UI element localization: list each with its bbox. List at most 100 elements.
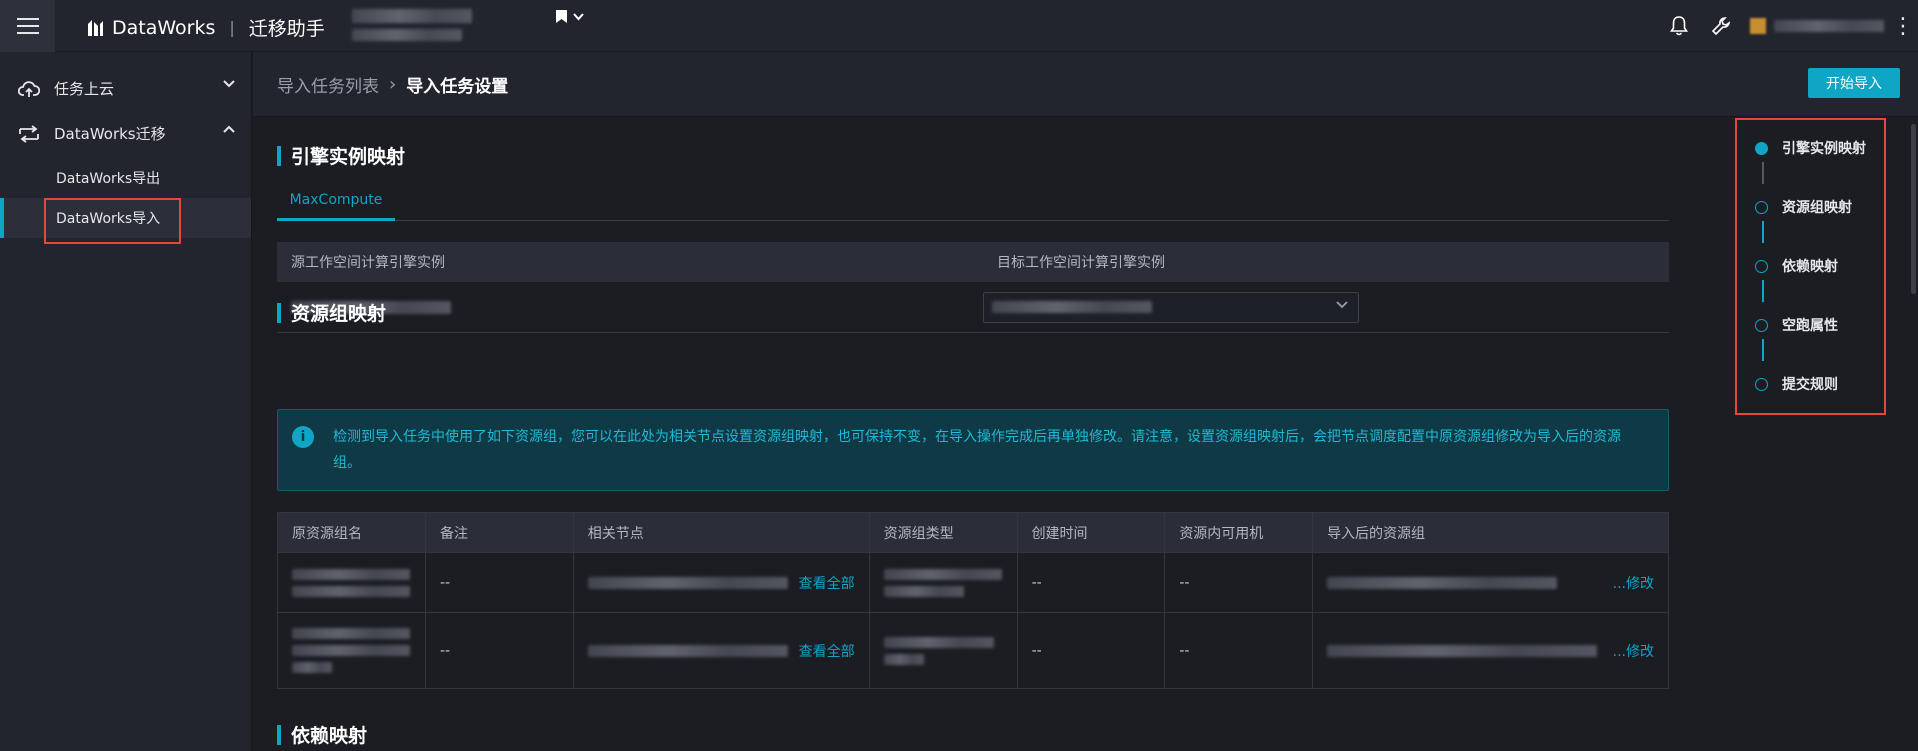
anchor-dot-icon	[1755, 377, 1768, 391]
table-row: -- 查看全部 -- -- ...修改	[277, 612, 1669, 689]
column-header: 目标工作空间计算引擎实例	[997, 255, 1165, 271]
chevron-up-icon	[223, 125, 235, 133]
info-icon: i	[292, 426, 314, 448]
modify-link[interactable]: ...修改	[1613, 641, 1654, 661]
target-group-redacted	[1327, 576, 1558, 589]
engine-tabs: MaxCompute	[277, 185, 1669, 221]
column-header: 资源内可用机	[1164, 512, 1314, 553]
anchor-dry-run[interactable]: 空跑属性	[1755, 315, 1838, 335]
column-header: 资源组类型	[869, 512, 1018, 553]
anchor-dot-active-icon	[1755, 141, 1768, 155]
more-icon[interactable]: ⋮	[1892, 14, 1914, 39]
sidebar-group-label: DataWorks迁移	[54, 125, 166, 143]
redacted-text	[883, 568, 1002, 580]
cloud-upload-icon	[18, 78, 40, 100]
anchor-label: 提交规则	[1782, 377, 1838, 393]
related-nodes-cell: 查看全部	[573, 552, 870, 613]
section-title-resource: 资源组映射	[277, 299, 386, 326]
module-name: 迁移助手	[248, 18, 325, 40]
related-nodes-cell: 查看全部	[573, 612, 870, 689]
notice-text: 检测到导入任务中使用了如下资源组，您可以在此处为相关节点设置资源组映射，也可保持…	[333, 429, 1621, 471]
redacted-text	[292, 628, 410, 639]
bookmark-dropdown[interactable]	[556, 10, 584, 23]
view-all-link[interactable]: 查看全部	[799, 573, 855, 593]
section-title-engine: 引擎实例映射	[277, 142, 405, 169]
workspace-name-redacted[interactable]	[352, 9, 472, 23]
tab-maxcompute[interactable]: MaxCompute	[277, 185, 395, 221]
section-title-dependency: 依赖映射	[277, 721, 367, 748]
page-title: 导入任务设置	[406, 77, 509, 97]
sidebar-group-label: 任务上云	[54, 80, 115, 98]
anchor-connector	[1762, 339, 1764, 361]
column-header: 原资源组名	[277, 512, 426, 553]
anchor-connector	[1762, 280, 1764, 302]
table-row: -- 查看全部 -- -- ...修改	[277, 552, 1669, 613]
brand-separator: |	[229, 18, 235, 37]
breadcrumb-parent[interactable]: 导入任务列表	[277, 72, 379, 97]
chevron-down-icon	[1336, 300, 1348, 308]
section-anchor-nav: 引擎实例映射 资源组映射 依赖映射 空跑属性 提交规则	[1735, 118, 1886, 415]
anchor-connector	[1762, 162, 1764, 184]
modify-link[interactable]: ...修改	[1613, 573, 1654, 593]
target-instance-select[interactable]	[983, 291, 1359, 323]
table-row	[277, 282, 1669, 333]
chevron-down-icon	[223, 80, 235, 88]
anchor-resource[interactable]: 资源组映射	[1755, 197, 1852, 217]
redacted-text	[292, 662, 332, 673]
column-header: 相关节点	[573, 512, 870, 553]
anchor-submit-rules[interactable]: 提交规则	[1755, 374, 1838, 394]
column-header: 备注	[425, 512, 574, 553]
main-content: 引擎实例映射 MaxCompute 源工作空间计算引擎实例 目标工作空间计算引擎…	[253, 118, 1918, 751]
wrench-icon	[1711, 17, 1731, 36]
sidebar: 任务上云 DataWorks迁移 DataWorks导出 DataWorks导入	[0, 52, 252, 751]
vertical-scrollbar[interactable]	[1911, 124, 1916, 294]
notification-button[interactable]	[1658, 0, 1700, 52]
resource-type-cell	[869, 612, 1018, 689]
sidebar-item-export[interactable]: DataWorks导出	[0, 158, 251, 198]
anchor-dot-icon	[1755, 259, 1768, 273]
start-import-button[interactable]: 开始导入	[1808, 68, 1900, 98]
target-group-redacted	[1327, 644, 1598, 657]
brand-name: DataWorks	[112, 16, 216, 39]
anchor-connector	[1762, 221, 1764, 243]
sidebar-item-label: DataWorks导出	[56, 171, 161, 187]
app-logo[interactable]: DataWorks | 迁移助手	[86, 14, 325, 41]
anchor-label: 空跑属性	[1782, 318, 1838, 334]
sidebar-group-cloud[interactable]: 任务上云	[0, 66, 251, 111]
available-machines-cell: --	[1164, 552, 1314, 613]
related-nodes-redacted	[587, 576, 788, 589]
target-resource-group-cell: ...修改	[1312, 552, 1669, 613]
highlight-box-import	[44, 198, 181, 244]
dataworks-logo-icon	[88, 19, 103, 36]
anchor-dot-icon	[1755, 318, 1768, 332]
resource-notice: i 检测到导入任务中使用了如下资源组，您可以在此处为相关节点设置资源组映射，也可…	[277, 409, 1669, 491]
resource-type-cell	[869, 552, 1018, 613]
column-header: 源工作空间计算引擎实例	[291, 255, 445, 271]
engine-mapping-table: 源工作空间计算引擎实例 目标工作空间计算引擎实例	[277, 242, 1669, 333]
target-resource-group-cell: ...修改	[1312, 612, 1669, 689]
tools-button[interactable]	[1700, 0, 1742, 52]
sidebar-group-migration[interactable]: DataWorks迁移	[0, 111, 251, 156]
resource-group-table: 原资源组名 备注 相关节点 资源组类型 创建时间 资源内可用机 导入后的资源组 …	[277, 512, 1669, 689]
anchor-label: 依赖映射	[1782, 259, 1838, 275]
anchor-dot-icon	[1755, 200, 1768, 214]
chevron-down-icon	[573, 12, 584, 20]
menu-icon	[16, 25, 39, 27]
anchor-engine[interactable]: 引擎实例映射	[1755, 138, 1866, 158]
table-header: 源工作空间计算引擎实例 目标工作空间计算引擎实例	[277, 242, 1669, 282]
menu-button[interactable]	[0, 0, 55, 52]
resource-group-name-cell	[277, 552, 426, 613]
redacted-text	[883, 653, 924, 665]
created-time-cell: --	[1017, 552, 1166, 613]
redacted-text	[292, 645, 410, 656]
user-menu[interactable]: ⋮	[1742, 0, 1918, 52]
page-header: 导入任务列表 › 导入任务设置 开始导入	[253, 52, 1918, 117]
redacted-text	[292, 585, 410, 597]
related-nodes-redacted	[587, 644, 788, 657]
view-all-link[interactable]: 查看全部	[799, 641, 855, 661]
migrate-icon	[18, 123, 40, 145]
anchor-dependency[interactable]: 依赖映射	[1755, 256, 1838, 276]
redacted-text	[292, 568, 410, 580]
column-header: 导入后的资源组	[1312, 512, 1669, 553]
breadcrumb-separator-icon: ›	[389, 74, 397, 95]
